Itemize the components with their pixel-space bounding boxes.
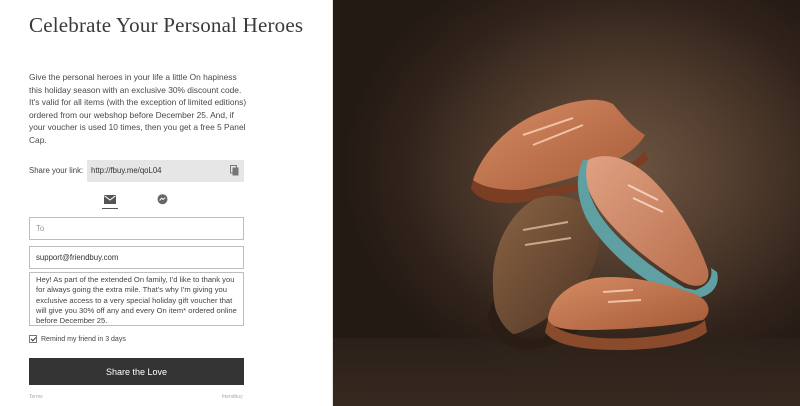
active-tab-indicator [102, 208, 118, 209]
remind-label: Remind my friend in 3 days [41, 335, 126, 343]
share-the-love-button[interactable]: Share the Love [29, 358, 244, 385]
shoe-teal [577, 156, 718, 299]
shoes-image [471, 99, 718, 350]
mail-icon [104, 194, 116, 204]
message-textarea[interactable]: Hey! As part of the extended On family, … [29, 272, 244, 326]
share-link-label: Share your link: [29, 166, 84, 175]
share-link-row: Share your link: http://fbuy.me/qoL04 [29, 160, 244, 182]
share-link-box[interactable]: http://fbuy.me/qoL04 [87, 160, 244, 182]
copy-icon[interactable] [230, 165, 239, 176]
messenger-icon [157, 193, 167, 204]
product-photo [333, 0, 800, 406]
offer-description: Give the personal heroes in your life a … [29, 72, 247, 145]
share-panel: Celebrate Your Personal Heroes Give the … [0, 0, 333, 406]
from-email-field[interactable] [29, 246, 244, 269]
referral-widget: Celebrate Your Personal Heroes Give the … [0, 0, 800, 406]
share-channel-tabs [29, 192, 244, 210]
terms-link[interactable]: Terms [29, 394, 43, 400]
remind-option[interactable]: Remind my friend in 3 days [29, 334, 126, 344]
to-email-field[interactable] [29, 217, 244, 240]
share-link-url[interactable]: http://fbuy.me/qoL04 [91, 166, 162, 175]
friendbuy-brand[interactable]: friendbuy [222, 394, 243, 400]
remind-checkbox[interactable] [29, 335, 37, 343]
page-title: Celebrate Your Personal Heroes [29, 13, 304, 37]
tab-messenger[interactable] [155, 192, 169, 206]
tab-email[interactable] [103, 192, 117, 206]
